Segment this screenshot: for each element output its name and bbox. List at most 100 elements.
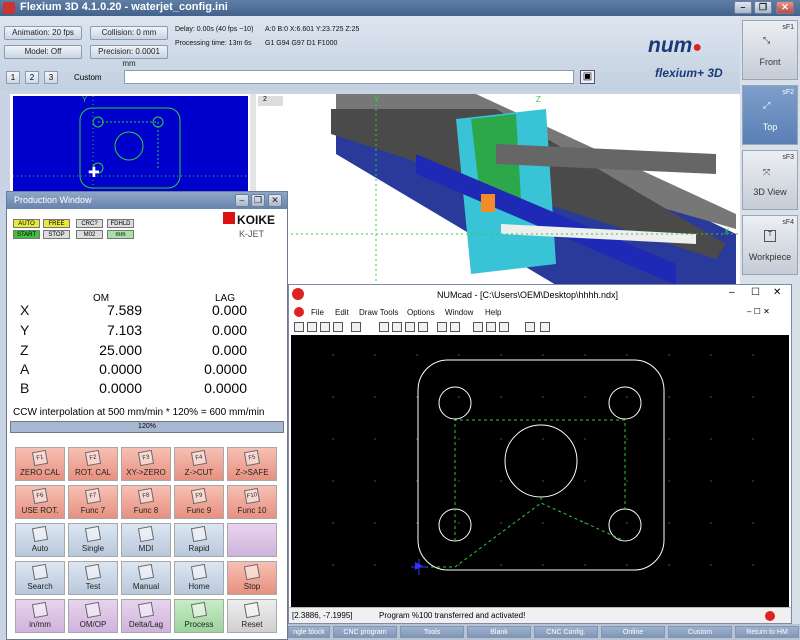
grid-dot — [584, 438, 586, 440]
grid-dot — [752, 522, 754, 524]
fkey-button-8[interactable]: F8 Func 8 — [121, 485, 171, 519]
mode-button-test[interactable]: Test — [68, 561, 118, 595]
axis-x-name: X — [20, 302, 30, 318]
menu-edit[interactable]: Edit — [335, 308, 349, 317]
mode-button-home[interactable]: Home — [174, 561, 224, 595]
tool-cursor-icon[interactable] — [379, 322, 389, 332]
tool-dots-icon[interactable] — [540, 322, 550, 332]
save-icon[interactable]: ▣ — [580, 70, 595, 84]
mode-icon — [84, 601, 102, 619]
mode-button-search[interactable]: Search — [15, 561, 65, 595]
cad-canvas[interactable] — [291, 335, 789, 607]
viewport-2[interactable]: 2 Y Z X — [256, 94, 740, 285]
viewport-2-x-label: X — [724, 227, 730, 236]
numcad-minimize-button[interactable]: – — [729, 287, 735, 298]
production-minimize-button[interactable]: – — [235, 194, 249, 207]
tool-measure-icon[interactable] — [525, 322, 535, 332]
production-close-button[interactable]: ✕ — [268, 194, 282, 207]
viewport-1[interactable]: 1 Y ✚ — [10, 94, 250, 194]
3d-view-button[interactable]: sF3 ⤧ 3D View — [742, 150, 798, 210]
layout-tab-3[interactable]: 3 — [44, 71, 58, 84]
production-maximize-button[interactable]: ❐ — [251, 194, 265, 207]
mode-button-manual[interactable]: Manual — [121, 561, 171, 595]
mode-button-process[interactable]: Process — [174, 599, 224, 633]
tool-center-icon[interactable] — [405, 322, 415, 332]
grid-dot — [710, 354, 712, 356]
fkey-label: ROT. CAL — [74, 468, 111, 477]
fkey-button-6[interactable]: F6 USE ROT. — [15, 485, 65, 519]
mode-button-blank[interactable] — [227, 523, 277, 557]
fkey-button-3[interactable]: F3 XY->ZERO — [121, 447, 171, 481]
mode-icon — [190, 525, 208, 543]
top-view-button[interactable]: sF2 ⤢ Top — [742, 85, 798, 145]
mode-button-single[interactable]: Single — [68, 523, 118, 557]
tool-prev-icon[interactable] — [437, 322, 447, 332]
workpiece-shortcut: sF4 — [782, 219, 794, 226]
3d-axis-icon: ⤧ — [763, 167, 771, 177]
front-view-button[interactable]: sF1 ⤡ Front — [742, 20, 798, 80]
tool-rect-icon[interactable] — [307, 322, 317, 332]
mode-button-mdi[interactable]: MDI — [121, 523, 171, 557]
menu-draw-tools[interactable]: Draw Tools — [359, 308, 398, 317]
axis-y-om: 7.103 — [106, 322, 142, 338]
bottom-return-to-hm[interactable]: Return to HM — [735, 626, 799, 638]
grid-dot — [710, 396, 712, 398]
minimize-button[interactable]: – — [734, 1, 752, 14]
bottom-cnc-program[interactable]: CNC program — [333, 626, 397, 638]
production-title: Production Window — [14, 195, 92, 205]
grid-dot — [374, 480, 376, 482]
fkey-button-9[interactable]: F9 Func 9 — [174, 485, 224, 519]
override-bar[interactable]: 120% — [10, 421, 284, 433]
bottom-online[interactable]: Online — [601, 626, 665, 638]
tool-grid-icon[interactable] — [351, 322, 361, 332]
grid-dot — [584, 354, 586, 356]
mode-button-stop[interactable]: Stop — [227, 561, 277, 595]
numcad-maximize-button[interactable]: ☐ — [751, 287, 760, 298]
model-button[interactable]: Model: Off — [4, 45, 82, 59]
fkey-button-7[interactable]: F7 Func 7 — [68, 485, 118, 519]
mode-button-om-op[interactable]: OM/OP — [68, 599, 118, 633]
bottom-cnc-config[interactable]: CNC Config. — [534, 626, 598, 638]
mode-button-in-mm[interactable]: in/mm — [15, 599, 65, 633]
maximize-button[interactable]: ❐ — [754, 1, 772, 14]
bottom-custom[interactable]: Custom — [668, 626, 732, 638]
fkey-button-2[interactable]: F2 ROT. CAL — [68, 447, 118, 481]
close-button[interactable]: ✕ — [776, 1, 794, 14]
tool-arc-ccw-icon[interactable] — [499, 322, 509, 332]
mode-button-auto[interactable]: Auto — [15, 523, 65, 557]
menu-window[interactable]: Window — [445, 308, 473, 317]
tool-line-icon[interactable] — [473, 322, 483, 332]
bottom-blank[interactable]: Blank — [467, 626, 531, 638]
numcad-child-controls[interactable]: – ☐ ✕ — [747, 307, 770, 316]
bottom-tools[interactable]: Tools — [400, 626, 464, 638]
animation-button[interactable]: Animation: 20 fps — [4, 26, 82, 40]
bottom-single-block[interactable]: ngle block — [288, 626, 330, 638]
menu-options[interactable]: Options — [407, 308, 435, 317]
tool-select-icon[interactable] — [294, 322, 304, 332]
mode-button-rapid[interactable]: Rapid — [174, 523, 224, 557]
custom-input[interactable] — [124, 70, 574, 84]
workpiece-button[interactable]: sF4 T Workpiece — [742, 215, 798, 275]
grid-dot — [752, 438, 754, 440]
precision-button[interactable]: Precision: 0.0001 mm — [90, 45, 168, 68]
axis-y-name: Y — [20, 322, 30, 338]
tool-pan-icon[interactable] — [333, 322, 343, 332]
menu-file[interactable]: File — [311, 308, 324, 317]
tool-zoom-all-icon[interactable] — [418, 322, 428, 332]
tool-zoom-icon[interactable] — [320, 322, 330, 332]
mode-button-delta-lag[interactable]: Delta/Lag — [121, 599, 171, 633]
tool-snap-icon[interactable] — [392, 322, 402, 332]
numcad-close-button[interactable]: ✕ — [773, 287, 781, 298]
layout-tab-1[interactable]: 1 — [6, 71, 20, 84]
fkey-button-5[interactable]: F5 Z->SAFE — [227, 447, 277, 481]
tool-arc-icon[interactable] — [486, 322, 496, 332]
mode-button-reset[interactable]: Reset — [227, 599, 277, 633]
mode-label: Single — [81, 544, 105, 553]
menu-help[interactable]: Help — [485, 308, 501, 317]
collision-button[interactable]: Collision: 0 mm — [90, 26, 168, 40]
layout-tab-2[interactable]: 2 — [25, 71, 39, 84]
fkey-button-4[interactable]: F4 Z->CUT — [174, 447, 224, 481]
fkey-button-1[interactable]: F1 ZERO CAL — [15, 447, 65, 481]
fkey-button-10[interactable]: F10 Func 10 — [227, 485, 277, 519]
tool-next-icon[interactable] — [450, 322, 460, 332]
